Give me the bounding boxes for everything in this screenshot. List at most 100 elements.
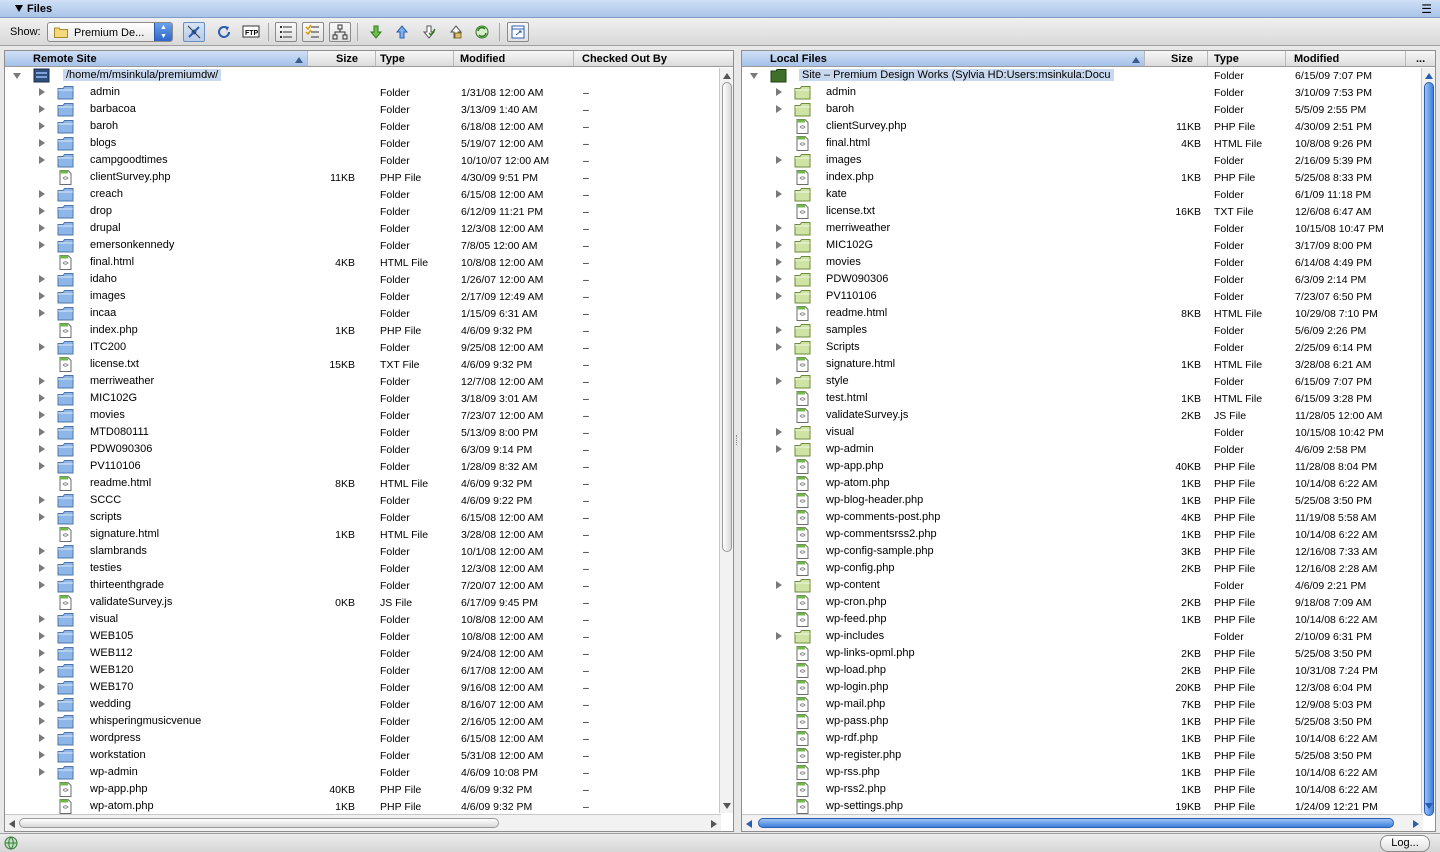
local-file-row[interactable]: wp-login.php 20KB PHP File 12/3/08 6:04 PM <box>742 679 1435 696</box>
disclosure-triangle-icon[interactable] <box>776 343 782 351</box>
remote-file-row[interactable]: admin Folder 1/31/08 12:00 AM – <box>5 84 733 101</box>
local-file-row[interactable]: wp-rss.php 1KB PHP File 10/14/08 6:22 AM <box>742 764 1435 781</box>
remote-file-row[interactable]: final.html 4KB HTML File 10/8/08 12:00 AM – <box>5 254 733 271</box>
testing-server-view-button[interactable] <box>302 22 324 42</box>
remote-file-row[interactable]: drop Folder 6/12/09 11:21 PM – <box>5 203 733 220</box>
disclosure-triangle-icon[interactable] <box>39 649 45 657</box>
disclosure-triangle-icon[interactable] <box>39 496 45 504</box>
disclosure-open-icon[interactable] <box>13 73 21 79</box>
disclosure-triangle-icon[interactable] <box>39 700 45 708</box>
remote-type-column-header[interactable]: Type <box>376 51 454 66</box>
remote-file-row[interactable]: WEB105 Folder 10/8/08 12:00 AM – <box>5 628 733 645</box>
local-file-row[interactable]: readme.html 8KB HTML File 10/29/08 7:10 PM <box>742 305 1435 322</box>
local-file-row[interactable]: index.php 1KB PHP File 5/25/08 8:33 PM <box>742 169 1435 186</box>
remote-size-column-header[interactable]: Size <box>308 51 376 66</box>
remote-file-row[interactable]: license.txt 15KB TXT File 4/6/09 9:32 PM – <box>5 356 733 373</box>
remote-file-row[interactable]: thirteenthgrade Folder 7/20/07 12:00 AM – <box>5 577 733 594</box>
local-file-row[interactable]: wp-rdf.php 1KB PHP File 10/14/08 6:22 AM <box>742 730 1435 747</box>
remote-file-row[interactable]: wp-app.php 40KB PHP File 4/6/09 9:32 PM – <box>5 781 733 798</box>
local-modified-column-header[interactable]: Modified <box>1286 51 1406 66</box>
local-file-row[interactable]: wp-blog-header.php 1KB PHP File 5/25/08 3:5… <box>742 492 1435 509</box>
local-file-row[interactable]: signature.html 1KB HTML File 3/28/08 6:21 A… <box>742 356 1435 373</box>
remote-file-row[interactable]: merriweather Folder 12/7/08 12:00 AM – <box>5 373 733 390</box>
disclosure-triangle-icon[interactable] <box>776 428 782 436</box>
disclosure-triangle-icon[interactable] <box>39 751 45 759</box>
get-files-button[interactable] <box>365 22 387 42</box>
local-file-row[interactable]: images Folder 2/16/09 5:39 PM <box>742 152 1435 169</box>
local-file-row[interactable]: wp-content Folder 4/6/09 2:21 PM <box>742 577 1435 594</box>
disclosure-triangle-icon[interactable] <box>39 377 45 385</box>
disclosure-triangle-icon[interactable] <box>776 581 782 589</box>
disclosure-triangle-icon[interactable] <box>39 190 45 198</box>
local-file-row[interactable]: samples Folder 5/6/09 2:26 PM <box>742 322 1435 339</box>
synchronize-button[interactable] <box>471 22 493 42</box>
remote-file-row[interactable]: validateSurvey.js 0KB JS File 6/17/09 9:45 … <box>5 594 733 611</box>
local-file-row[interactable]: wp-config-sample.php 3KB PHP File 12/16/08 … <box>742 543 1435 560</box>
disclosure-triangle-icon[interactable] <box>776 105 782 113</box>
local-horizontal-scrollbar[interactable] <box>742 814 1423 831</box>
remote-file-row[interactable]: WEB170 Folder 9/16/08 12:00 AM – <box>5 679 733 696</box>
disclosure-triangle-icon[interactable] <box>776 156 782 164</box>
disclosure-triangle-icon[interactable] <box>39 683 45 691</box>
check-out-button[interactable] <box>418 22 440 42</box>
disclosure-triangle-icon[interactable] <box>39 513 45 521</box>
remote-file-row[interactable]: wedding Folder 8/16/07 12:00 AM – <box>5 696 733 713</box>
panel-options-menu-icon[interactable]: ☰ <box>1421 3 1432 15</box>
remote-file-row[interactable]: barbacoa Folder 3/13/09 1:40 AM – <box>5 101 733 118</box>
remote-file-row[interactable]: visual Folder 10/8/08 12:00 AM – <box>5 611 733 628</box>
remote-file-row[interactable]: incaa Folder 1/15/09 6:31 AM – <box>5 305 733 322</box>
scroll-left-arrow-icon[interactable] <box>9 820 15 828</box>
remote-file-row[interactable]: whisperingmusicvenue Folder 2/16/05 12:00 … <box>5 713 733 730</box>
local-size-column-header[interactable]: Size <box>1145 51 1208 66</box>
local-type-column-header[interactable]: Type <box>1208 51 1286 66</box>
disclosure-triangle-icon[interactable] <box>39 615 45 623</box>
remote-file-row[interactable]: signature.html 1KB HTML File 3/28/08 12:00 … <box>5 526 733 543</box>
disclosure-triangle-icon[interactable] <box>776 326 782 334</box>
expand-button[interactable] <box>507 22 529 42</box>
remote-file-row[interactable]: PV110106 Folder 1/28/09 8:32 AM – <box>5 458 733 475</box>
local-file-row[interactable]: wp-pass.php 1KB PHP File 5/25/08 3:50 PM <box>742 713 1435 730</box>
disclosure-triangle-icon[interactable] <box>39 207 45 215</box>
remote-modified-column-header[interactable]: Modified <box>454 51 574 66</box>
remote-file-row[interactable]: emersonkennedy Folder 7/8/05 12:00 AM – <box>5 237 733 254</box>
disclosure-triangle-icon[interactable] <box>776 258 782 266</box>
disclosure-triangle-icon[interactable] <box>39 768 45 776</box>
remote-file-row[interactable]: campgoodtimes Folder 10/10/07 12:00 AM – <box>5 152 733 169</box>
local-file-row[interactable]: movies Folder 6/14/08 4:49 PM <box>742 254 1435 271</box>
scroll-up-arrow-icon[interactable] <box>723 73 731 79</box>
remote-vertical-scrollbar[interactable] <box>719 68 733 813</box>
remote-file-row[interactable]: testies Folder 12/3/08 12:00 AM – <box>5 560 733 577</box>
refresh-button[interactable] <box>213 22 235 42</box>
remote-file-row[interactable]: blogs Folder 5/19/07 12:00 AM – <box>5 135 733 152</box>
local-file-row[interactable]: wp-admin Folder 4/6/09 2:58 PM <box>742 441 1435 458</box>
local-root-row[interactable]: Site – Premium Design Works (Sylvia HD:U… <box>742 67 1435 84</box>
disclosure-triangle-icon[interactable] <box>776 275 782 283</box>
remote-file-row[interactable]: idaho Folder 1/26/07 12:00 AM – <box>5 271 733 288</box>
local-file-row[interactable]: validateSurvey.js 2KB JS File 11/28/05 12:0… <box>742 407 1435 424</box>
remote-file-row[interactable]: MIC102G Folder 3/18/09 3:01 AM – <box>5 390 733 407</box>
remote-file-row[interactable]: index.php 1KB PHP File 4/6/09 9:32 PM – <box>5 322 733 339</box>
local-file-row[interactable]: style Folder 6/15/09 7:07 PM <box>742 373 1435 390</box>
remote-file-row[interactable]: drupal Folder 12/3/08 12:00 AM – <box>5 220 733 237</box>
remote-file-row[interactable]: wp-admin Folder 4/6/09 10:08 PM – <box>5 764 733 781</box>
remote-file-row[interactable]: baroh Folder 6/18/08 12:00 AM – <box>5 118 733 135</box>
scroll-left-arrow-icon[interactable] <box>746 820 752 828</box>
local-file-row[interactable]: admin Folder 3/10/09 7:53 PM <box>742 84 1435 101</box>
repository-view-button[interactable] <box>329 22 351 42</box>
scroll-right-arrow-icon[interactable] <box>711 820 717 828</box>
disclosure-triangle-icon[interactable] <box>776 292 782 300</box>
local-name-column-header[interactable]: Local Files <box>742 51 1145 66</box>
remote-file-row[interactable]: clientSurvey.php 11KB PHP File 4/30/09 9:51… <box>5 169 733 186</box>
remote-name-column-header[interactable]: Remote Site <box>5 51 308 66</box>
disclosure-triangle-icon[interactable] <box>39 632 45 640</box>
local-file-row[interactable]: wp-settings.php 19KB PHP File 1/24/09 12:21… <box>742 798 1435 815</box>
disclosure-triangle-icon[interactable] <box>39 445 45 453</box>
disclosure-triangle-icon[interactable] <box>776 190 782 198</box>
disclosure-triangle-icon[interactable] <box>39 292 45 300</box>
disclosure-triangle-icon[interactable] <box>776 88 782 96</box>
scroll-down-arrow-icon[interactable] <box>723 803 731 809</box>
local-file-row[interactable]: visual Folder 10/15/08 10:42 PM <box>742 424 1435 441</box>
ftp-log-button[interactable]: FTP <box>240 22 262 42</box>
remote-file-row[interactable]: scripts Folder 6/15/08 12:00 AM – <box>5 509 733 526</box>
disclosure-triangle-icon[interactable] <box>39 156 45 164</box>
